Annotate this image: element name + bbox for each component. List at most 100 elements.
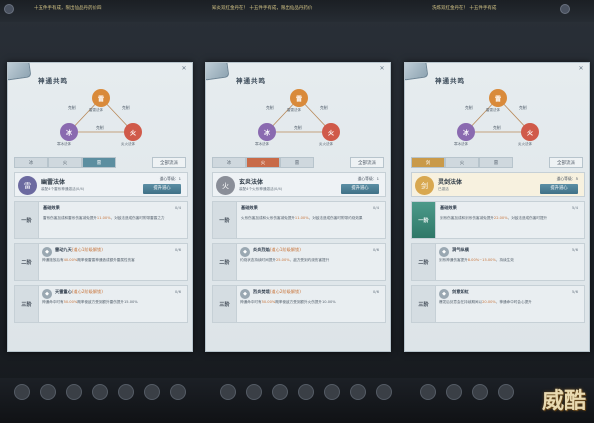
- panel-emblem-icon: [405, 63, 429, 81]
- element-node-right[interactable]: 火: [322, 123, 340, 141]
- tab-element[interactable]: 剑: [411, 157, 445, 168]
- tab-element[interactable]: 雷: [280, 157, 314, 168]
- tier-name-text: 基础效果: [440, 205, 457, 210]
- tier-card: 二阶 ◆ 炎炎烈焰(道心1阶级解锁) 0/6 灼烧状态持续时间提升25.00%，敌方受到…: [212, 243, 386, 281]
- lock-icon: ◆: [439, 247, 449, 257]
- stance-name: 灵剑法体: [438, 179, 463, 186]
- avatar[interactable]: [420, 384, 436, 400]
- all-schools-button[interactable]: 全部流派: [152, 157, 186, 168]
- avatar[interactable]: [40, 384, 56, 400]
- resonance-panel: 神通共鸣 ✕ 雷雷霆法体冰寒冰法体火炎火法体 克制 克制 克制剑火雷全部流派剑灵剑法体 已激…: [404, 62, 590, 352]
- element-node-label: 雷霆法体: [89, 108, 103, 112]
- desc-text: 神通命中时有: [42, 300, 64, 304]
- avatar[interactable]: [66, 384, 82, 400]
- element-node-left[interactable]: 冰: [457, 123, 475, 141]
- settings-icon[interactable]: [560, 4, 570, 14]
- element-node-label: 雷霆法体: [287, 108, 301, 112]
- element-node-top[interactable]: 雷: [290, 89, 308, 107]
- menu-icon[interactable]: [4, 4, 14, 14]
- close-icon[interactable]: ✕: [180, 65, 188, 73]
- tier-badge: 二阶: [412, 244, 436, 280]
- element-node-label: 炎火法体: [518, 142, 532, 146]
- avatar[interactable]: [324, 384, 340, 400]
- close-icon[interactable]: ✕: [378, 65, 386, 73]
- desc-highlight: 20.00%: [482, 300, 496, 304]
- relation-label: 克制: [68, 105, 76, 110]
- tier-name: 基础效果: [43, 205, 60, 211]
- avatar[interactable]: [14, 384, 30, 400]
- tier-badge: 一阶: [412, 202, 436, 238]
- lock-icon: ◆: [42, 289, 52, 299]
- tab-element[interactable]: 火: [48, 157, 82, 168]
- element-node-left[interactable]: 冰: [258, 123, 276, 141]
- relation-label: 克制: [96, 125, 104, 130]
- element-node-label: 炎火法体: [319, 142, 333, 146]
- avatar[interactable]: [92, 384, 108, 400]
- tab-element[interactable]: 冰: [14, 157, 48, 168]
- relation-label: 克制: [294, 125, 302, 130]
- avatar[interactable]: [272, 384, 288, 400]
- party-avatars-mid: [220, 384, 392, 400]
- tab-element[interactable]: 火: [445, 157, 479, 168]
- stance-subtitle: 装配4个火系神通激活(0/4): [239, 187, 283, 191]
- tier-description: 神通施放后有40.00%概率使雷霆神通造成额外雷属性伤害: [42, 258, 184, 264]
- tab-element[interactable]: 火: [246, 157, 280, 168]
- tier-progress: 0/6: [372, 247, 379, 252]
- improve-heart-button[interactable]: 提升道心: [143, 184, 181, 194]
- improve-heart-button[interactable]: 提升道心: [341, 184, 379, 194]
- desc-text: 爆发后剑意会在持续期间以: [439, 300, 483, 304]
- avatar[interactable]: [298, 384, 314, 400]
- tier-name-text: 洞气纵横: [452, 247, 469, 252]
- avatar[interactable]: [350, 384, 366, 400]
- desc-highlight: 25.00%: [275, 258, 290, 262]
- desc-text: ，敌方受到灼烧伤害提升: [289, 258, 330, 262]
- desc-highlight: 11.00%: [294, 216, 309, 220]
- element-node-left[interactable]: 冰: [60, 123, 78, 141]
- improve-heart-button[interactable]: 提升道心: [540, 184, 578, 194]
- avatar[interactable]: [376, 384, 392, 400]
- element-triangle: 雷雷霆法体冰寒冰法体火炎火法体 克制 克制 克制: [8, 85, 192, 146]
- relation-label: 克制: [519, 105, 527, 110]
- lock-icon: ◆: [240, 289, 250, 299]
- element-node-right[interactable]: 火: [521, 123, 539, 141]
- stance-card: 剑灵剑法体 已激活 道心等级：5 提升道心: [411, 172, 585, 197]
- avatar[interactable]: [472, 384, 488, 400]
- tab-element[interactable]: 冰: [212, 157, 246, 168]
- avatar[interactable]: [246, 384, 262, 400]
- desc-text: 灼烧状态持续时间提升: [240, 258, 276, 262]
- tier-card: 二阶 ◆ 雷动九天(道心1阶级解锁) 0/6 神通施放后有40.00%概率使雷霆神通造成…: [14, 243, 188, 281]
- party-avatars-left: [14, 384, 186, 400]
- panel-emblem-icon: [206, 63, 230, 81]
- tier-description: 剑系伤害加成和剑系伤害减免提升22.00%，对敌法造成伤害时提升: [440, 216, 582, 222]
- top-left-icons: [4, 4, 14, 14]
- avatar[interactable]: [170, 384, 186, 400]
- all-schools-button[interactable]: 全部流派: [549, 157, 583, 168]
- avatar[interactable]: [220, 384, 236, 400]
- panel-title: 神通共鸣: [38, 77, 68, 85]
- close-icon[interactable]: ✕: [577, 65, 585, 73]
- avatar[interactable]: [118, 384, 134, 400]
- tier-name-text: 基础效果: [43, 205, 60, 210]
- tier-name-text: 剑意如虹: [452, 289, 469, 294]
- tier-badge: 三阶: [213, 286, 237, 322]
- tier-progress: 0/4: [372, 205, 379, 210]
- tab-element[interactable]: 雷: [479, 157, 513, 168]
- tier-name: 炎炎烈焰(道心1阶级解锁): [253, 247, 301, 253]
- tier-name-text: 雷动九天: [55, 247, 72, 252]
- tab-element[interactable]: 雷: [82, 157, 116, 168]
- all-schools-button[interactable]: 全部流派: [350, 157, 384, 168]
- tier-name-text: 基础效果: [241, 205, 258, 210]
- tier-progress: 0/6: [372, 289, 379, 294]
- avatar[interactable]: [144, 384, 160, 400]
- avatar[interactable]: [498, 384, 514, 400]
- element-node-top[interactable]: 雷: [92, 89, 110, 107]
- desc-text: 剑系伤害加成和剑系伤害减免提升: [440, 216, 494, 220]
- stance-subtitle: 装配4个雷系神通激活(0/4): [41, 187, 85, 191]
- tier-requirement: (道心1阶级解锁): [269, 247, 301, 252]
- element-node-right[interactable]: 火: [124, 123, 142, 141]
- element-node-top[interactable]: 雷: [489, 89, 507, 107]
- desc-text: 概率使敌方受到额外火伤提升10.00%: [275, 300, 336, 304]
- stance-subtitle: 已激活: [438, 187, 449, 191]
- party-avatars-right: [420, 384, 514, 400]
- avatar[interactable]: [446, 384, 462, 400]
